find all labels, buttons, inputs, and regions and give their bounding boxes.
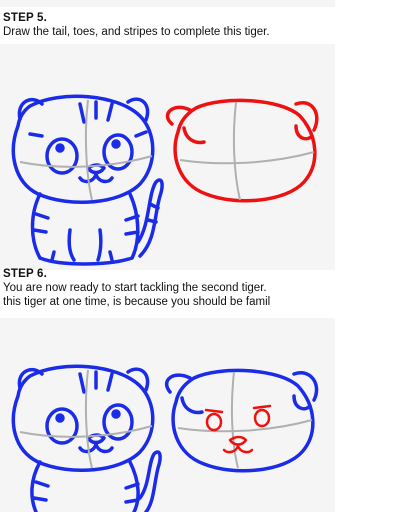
step-6-instruction-line-2: this tiger at one time, is because you s… xyxy=(3,296,271,308)
step-5-instruction: Draw the tail, toes, and stripes to comp… xyxy=(3,26,270,38)
red-tiger-outline xyxy=(165,98,319,203)
second-tiger-outline xyxy=(164,368,319,473)
step-5-title: STEP 5. xyxy=(3,12,48,24)
step-5-illustration xyxy=(0,44,335,270)
step-5-drawing xyxy=(11,94,319,266)
step-6-illustration xyxy=(0,318,335,512)
red-tiger-guides xyxy=(179,101,315,201)
step-6-instruction-line-1: You are now ready to start tackling the … xyxy=(3,282,267,294)
top-strip xyxy=(0,0,335,7)
step-6-drawing xyxy=(11,364,319,512)
second-tiger-guides xyxy=(177,371,313,469)
step-6-title: STEP 6. xyxy=(3,268,48,280)
